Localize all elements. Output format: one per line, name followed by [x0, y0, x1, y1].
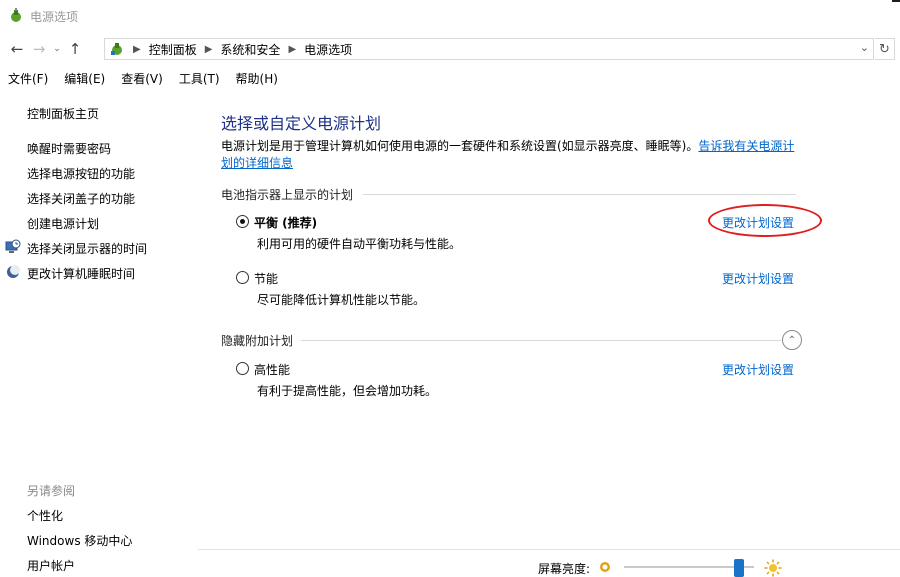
plan-balanced-radio[interactable] [236, 215, 249, 228]
breadcrumb-control-panel[interactable]: 控制面板 [149, 41, 197, 58]
see-also-heading: 另请参阅 [27, 484, 76, 498]
recent-locations-chevron-icon[interactable]: ⌄ [50, 38, 64, 60]
control-panel-icon [111, 43, 122, 55]
bright-sun-icon [764, 559, 782, 577]
dim-sun-icon [600, 562, 610, 572]
plan-high-performance-change-settings-link[interactable]: 更改计划设置 [722, 361, 794, 378]
see-also-mobility-center[interactable]: Windows 移动中心 [27, 532, 132, 549]
sidebar-item-sleep-time[interactable]: 更改计算机睡眠时间 [27, 265, 135, 282]
breadcrumb-system-security[interactable]: 系统和安全 [220, 41, 280, 58]
breadcrumb-separator-icon: ▶ [288, 43, 297, 55]
plan-high-performance-radio[interactable] [236, 362, 249, 375]
navigation-bar: ← → ⌄ ↑ ▶ 控制面板 ▶ 系统和安全 ▶ 电源选项 ⌄ ↻ [0, 36, 900, 62]
refresh-icon[interactable]: ↻ [875, 38, 895, 60]
section-divider [363, 194, 796, 195]
sidebar-item-lid-close[interactable]: 选择关闭盖子的功能 [27, 190, 135, 207]
breadcrumb-power-options[interactable]: 电源选项 [304, 41, 352, 58]
plan-power-saver-radio[interactable] [236, 271, 249, 284]
power-options-icon [11, 8, 21, 22]
sidebar-item-require-password[interactable]: 唤醒时需要密码 [27, 140, 111, 157]
learn-more-link[interactable]: 告诉我有关电源计 [698, 139, 794, 153]
task-pane: 控制面板主页 唤醒时需要密码 选择电源按钮的功能 选择关闭盖子的功能 创建电源计… [0, 100, 198, 577]
up-arrow-icon[interactable]: ↑ [64, 38, 86, 60]
forward-arrow-icon[interactable]: → [28, 38, 50, 60]
address-dropdown-icon[interactable]: ⌄ [860, 41, 869, 54]
brightness-bar: 屏幕亮度: [198, 549, 900, 577]
collapse-chevron-up-icon[interactable]: ⌃ [782, 330, 802, 350]
page-title: 选择或自定义电源计划 [221, 114, 382, 133]
plan-high-performance-name[interactable]: 高性能 [254, 361, 290, 378]
hidden-plans-heading[interactable]: 隐藏附加计划 [221, 332, 293, 349]
learn-more-link-continued[interactable]: 划的详细信息 [221, 156, 293, 170]
sidebar-item-power-buttons[interactable]: 选择电源按钮的功能 [27, 165, 135, 182]
highlight-annotation [708, 204, 822, 237]
plan-power-saver-name[interactable]: 节能 [254, 270, 278, 287]
menu-file[interactable]: 文件(F) [8, 70, 48, 87]
plan-balanced-name[interactable]: 平衡 (推荐) [254, 214, 317, 231]
moon-icon [7, 265, 20, 278]
menu-edit[interactable]: 编辑(E) [64, 70, 105, 87]
plan-balanced-description: 利用可用的硬件自动平衡功耗与性能。 [257, 237, 462, 251]
plan-power-saver-description: 尽可能降低计算机性能以节能。 [257, 293, 426, 307]
menu-bar: 文件(F) 编辑(E) 查看(V) 工具(T) 帮助(H) [0, 68, 900, 88]
title-bar: 电源选项 [0, 0, 900, 32]
back-arrow-icon[interactable]: ← [6, 38, 28, 60]
see-also-personalization[interactable]: 个性化 [27, 507, 63, 524]
address-bar[interactable]: ▶ 控制面板 ▶ 系统和安全 ▶ 电源选项 ⌄ [104, 38, 874, 60]
see-also-user-accounts[interactable]: 用户帐户 [27, 557, 75, 574]
brightness-slider-thumb[interactable] [734, 559, 745, 577]
breadcrumb-separator-icon: ▶ [204, 43, 213, 55]
window-title: 电源选项 [30, 9, 79, 24]
battery-plans-heading: 电池指示器上显示的计划 [221, 188, 354, 202]
menu-tools[interactable]: 工具(T) [179, 70, 220, 87]
sidebar-item-create-plan[interactable]: 创建电源计划 [27, 215, 99, 232]
control-panel-home-link[interactable]: 控制面板主页 [27, 105, 99, 122]
page-description: 电源计划是用于管理计算机如何使用电源的一套硬件和系统设置(如显示器亮度、睡眠等)… [221, 139, 795, 170]
breadcrumb-separator-icon: ▶ [133, 43, 141, 55]
brightness-label: 屏幕亮度: [538, 562, 591, 576]
monitor-clock-icon [5, 239, 21, 253]
sidebar-item-display-off-time[interactable]: 选择关闭显示器的时间 [27, 240, 147, 257]
menu-view[interactable]: 查看(V) [121, 70, 163, 87]
plan-high-performance-description: 有利于提高性能，但会增加功耗。 [257, 384, 438, 398]
menu-help[interactable]: 帮助(H) [236, 70, 278, 87]
section-divider [301, 340, 781, 341]
plan-power-saver-change-settings-link[interactable]: 更改计划设置 [722, 270, 794, 287]
